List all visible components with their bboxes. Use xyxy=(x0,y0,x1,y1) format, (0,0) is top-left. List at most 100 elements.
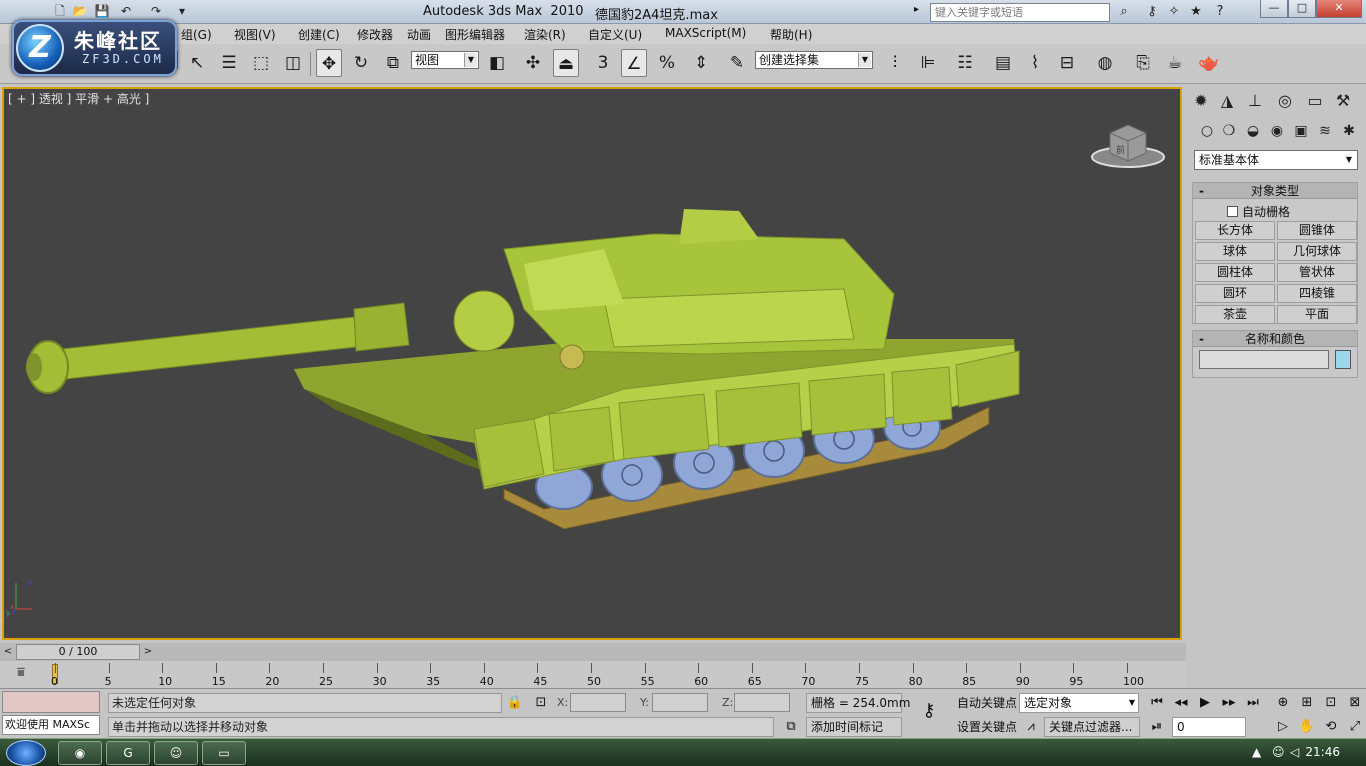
edit-named-selection-icon[interactable]: ✎ xyxy=(724,49,750,77)
angle-snap-icon[interactable]: ∠ xyxy=(621,49,647,77)
viewcube[interactable]: 前 xyxy=(1090,119,1166,169)
explorer-task-icon[interactable]: ▭ xyxy=(202,741,246,765)
auto-key-button[interactable]: 自动关键点 xyxy=(952,693,1017,713)
menu-customize[interactable]: 自定义(U) xyxy=(588,26,642,43)
perspective-viewport[interactable]: [ + ] 透视 ] 平滑 + 高光 ] 前 x y z xyxy=(2,87,1182,640)
zoom-extents-icon[interactable]: ⊡ xyxy=(1320,693,1342,713)
motion-tab-icon[interactable]: ◎ xyxy=(1272,88,1298,114)
go-to-end-icon[interactable]: ⏭ xyxy=(1242,693,1264,713)
z-coordinate-field[interactable] xyxy=(734,693,790,712)
lights-icon[interactable]: ◒ xyxy=(1242,120,1264,142)
set-key-button[interactable]: 设置关键点 xyxy=(952,717,1017,737)
play-icon[interactable]: ▶ xyxy=(1194,693,1216,713)
tube-button[interactable]: 管状体 xyxy=(1277,263,1357,282)
rendered-frame-window-icon[interactable]: ☕ xyxy=(1162,49,1188,77)
tray-arrow-icon[interactable]: ▲ xyxy=(1252,745,1261,759)
save-icon[interactable]: 💾 xyxy=(92,2,112,21)
menu-help[interactable]: 帮助(H) xyxy=(770,26,812,43)
viewport-label[interactable]: [ + ] 透视 ] 平滑 + 高光 ] xyxy=(8,90,149,107)
select-by-name-icon[interactable]: ☰ xyxy=(216,49,242,77)
snaps-toggle-icon[interactable]: 3 xyxy=(590,49,616,77)
select-object-icon[interactable]: ↖ xyxy=(184,49,210,77)
curve-editor-mini-icon[interactable]: ⩸ xyxy=(10,665,32,683)
material-editor-icon[interactable]: ◍ xyxy=(1092,49,1118,77)
object-category-dropdown[interactable]: 标准基本体 ▼ xyxy=(1194,150,1358,170)
maximize-viewport-icon[interactable]: ⤢ xyxy=(1344,717,1366,737)
time-slider-next-button[interactable]: > xyxy=(140,644,156,660)
tray-app-icon[interactable]: ☺ xyxy=(1272,745,1285,759)
teapot-button[interactable]: 茶壶 xyxy=(1195,305,1275,324)
key-filter-icon[interactable]: ⩘ xyxy=(1020,717,1042,737)
cylinder-button[interactable]: 圆柱体 xyxy=(1195,263,1275,282)
layer-manager-icon[interactable]: ☷ xyxy=(952,49,978,77)
start-button[interactable] xyxy=(6,740,46,766)
select-and-rotate-icon[interactable]: ↻ xyxy=(348,49,374,77)
qq-task-icon[interactable]: ☺ xyxy=(154,741,198,765)
new-file-icon[interactable]: 🗋 xyxy=(50,2,70,21)
reference-coordinate-dropdown[interactable]: 视图 ▼ xyxy=(411,51,479,69)
absolute-mode-icon[interactable]: ⊡ xyxy=(530,693,552,713)
spinner-snap-icon[interactable]: ⇕ xyxy=(688,49,714,77)
shapes-icon[interactable]: ❍ xyxy=(1218,120,1240,142)
display-tab-icon[interactable]: ▭ xyxy=(1302,88,1328,114)
3dsmax-task-icon[interactable]: G xyxy=(106,741,150,765)
search-expand-icon[interactable]: ▸ xyxy=(914,4,919,15)
key-icon[interactable]: ⚷ xyxy=(1142,2,1162,22)
cone-button[interactable]: 圆锥体 xyxy=(1277,221,1357,240)
key-mode-dropdown[interactable]: 选定对象 ▼ xyxy=(1019,693,1139,713)
select-and-move-icon[interactable]: ✥ xyxy=(316,49,342,77)
next-frame-icon[interactable]: ▸▸ xyxy=(1218,693,1240,713)
menu-modifiers[interactable]: 修改器 xyxy=(357,26,393,43)
menu-create[interactable]: 创建(C) xyxy=(298,26,340,43)
select-and-scale-icon[interactable]: ⧉ xyxy=(380,49,406,77)
field-of-view-icon[interactable]: ▷ xyxy=(1272,717,1294,737)
previous-frame-icon[interactable]: ◂◂ xyxy=(1170,693,1192,713)
cameras-icon[interactable]: ◉ xyxy=(1266,120,1288,142)
lock-icon[interactable]: 🔒 xyxy=(504,693,526,713)
space-warps-icon[interactable]: ≋ xyxy=(1314,120,1336,142)
menu-graph-editors[interactable]: 图形编辑器 xyxy=(445,26,505,43)
time-slider-prev-button[interactable]: < xyxy=(0,644,16,660)
maximize-button[interactable]: □ xyxy=(1288,0,1316,18)
mirror-icon[interactable]: ⫶ xyxy=(882,49,908,77)
align-icon[interactable]: ⊫ xyxy=(915,49,941,77)
hierarchy-tab-icon[interactable]: ⊥ xyxy=(1242,88,1268,114)
geosphere-button[interactable]: 几何球体 xyxy=(1277,242,1357,261)
zoom-all-icon[interactable]: ⊞ xyxy=(1296,693,1318,713)
sphere-button[interactable]: 球体 xyxy=(1195,242,1275,261)
current-frame-field[interactable]: 0 xyxy=(1172,717,1246,737)
quick-access-dropdown-icon[interactable]: ▾ xyxy=(172,2,192,21)
keyboard-shortcut-override-icon[interactable]: ⏏ xyxy=(553,49,579,77)
search-input[interactable]: 键入关键字或短语 xyxy=(930,3,1110,22)
pyramid-button[interactable]: 四棱锥 xyxy=(1277,284,1357,303)
trackbar[interactable]: ⩸ 0 5 10 15 20 25 30 35 40 45 50 55 60 65 70 75 80 85 90 95… xyxy=(0,661,1186,688)
utilities-tab-icon[interactable]: ⚒ xyxy=(1330,88,1356,114)
pan-view-icon[interactable]: ✋ xyxy=(1296,717,1318,737)
set-key-icon[interactable]: ⚷ xyxy=(912,701,946,721)
binoculars-icon[interactable]: ⌕ xyxy=(1114,2,1134,22)
menu-maxscript[interactable]: MAXScript(M) xyxy=(665,26,746,40)
menu-view[interactable]: 视图(V) xyxy=(234,26,276,43)
menu-group[interactable]: 组(G) xyxy=(181,26,212,43)
zoom-extents-all-icon[interactable]: ⊠ xyxy=(1344,693,1366,713)
star-icon[interactable]: ★ xyxy=(1186,2,1206,22)
go-to-start-icon[interactable]: ⏮ xyxy=(1146,693,1168,713)
help-icon[interactable]: ? xyxy=(1210,2,1230,22)
maxscript-welcome[interactable]: 欢迎使用 MAXSc xyxy=(2,715,100,735)
systems-icon[interactable]: ✱ xyxy=(1338,120,1360,142)
window-crossing-icon[interactable]: ◫ xyxy=(280,49,306,77)
zoom-icon[interactable]: ⊕ xyxy=(1272,693,1294,713)
percent-snap-icon[interactable]: % xyxy=(654,49,680,77)
close-button[interactable]: ✕ xyxy=(1316,0,1362,18)
time-tag-icon[interactable]: ⧉ xyxy=(780,717,802,737)
object-color-swatch[interactable] xyxy=(1335,350,1351,369)
time-slider-thumb[interactable]: 0 / 100 xyxy=(16,644,140,660)
key-filters-button[interactable]: 关键点过滤器... xyxy=(1044,717,1140,737)
plane-button[interactable]: 平面 xyxy=(1277,305,1357,324)
render-setup-icon[interactable]: ⎘ xyxy=(1130,49,1156,77)
torus-button[interactable]: 圆环 xyxy=(1195,284,1275,303)
quick-render-icon[interactable]: 🫖 xyxy=(1196,49,1222,77)
key-mode-toggle-icon[interactable]: ⏯ xyxy=(1146,717,1168,737)
menu-rendering[interactable]: 渲染(R) xyxy=(524,26,566,43)
curve-editor-icon[interactable]: ⌇ xyxy=(1022,49,1048,77)
